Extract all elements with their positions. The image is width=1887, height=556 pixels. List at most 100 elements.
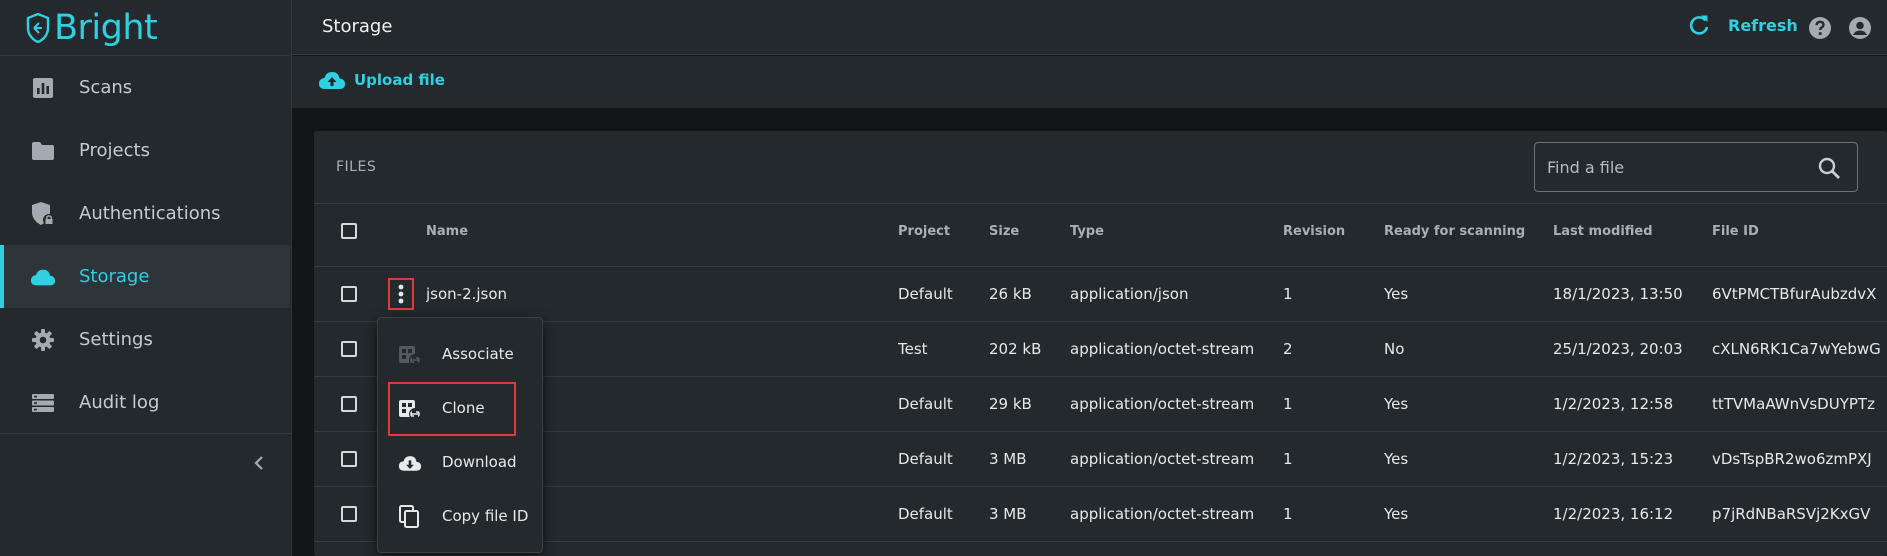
cell-name: json-2.json: [426, 285, 508, 303]
cell-file-id: 6VtPMCTBfurAubzdvX: [1712, 285, 1877, 303]
sidebar: Bright Scans Projects Authentications St…: [0, 0, 292, 556]
collapse-sidebar-button[interactable]: [248, 452, 270, 474]
cell-file-id: vDsTspBR2wo6zmPXJ: [1712, 450, 1872, 468]
help-icon[interactable]: [1808, 16, 1832, 40]
menu-item-label: Associate: [442, 345, 514, 363]
brand-name: Bright: [54, 8, 158, 48]
cell-size: 3 MB: [989, 505, 1027, 523]
cell-size: 3 MB: [989, 450, 1027, 468]
associate-icon: [398, 343, 422, 367]
cell-size: 26 kB: [989, 285, 1032, 303]
row-actions-button[interactable]: [388, 278, 414, 310]
account-icon[interactable]: [1848, 16, 1872, 40]
logo[interactable]: Bright: [26, 6, 158, 50]
cell-modified: 1/2/2023, 12:58: [1553, 395, 1674, 413]
menu-item-associate[interactable]: Associate: [378, 328, 544, 382]
cell-revision: 1: [1283, 505, 1293, 523]
menu-item-clone[interactable]: Clone: [388, 382, 516, 436]
divider: [314, 541, 1887, 542]
column-header-ready-for-scanning[interactable]: Ready for scanning: [1384, 204, 1544, 258]
cell-ready: Yes: [1384, 450, 1409, 468]
cell-modified: 25/1/2023, 20:03: [1553, 340, 1683, 358]
cell-file-id: p7jRdNBaRSVj2KxGV: [1712, 505, 1871, 523]
sidebar-item-label: Authentications: [79, 203, 221, 224]
row-checkbox[interactable]: [341, 451, 357, 467]
select-all-checkbox[interactable]: [341, 223, 357, 239]
cell-type: application/octet-stream: [1070, 450, 1255, 468]
search-input[interactable]: [1547, 155, 1807, 179]
sidebar-item-settings[interactable]: Settings: [4, 308, 290, 371]
menu-item-download[interactable]: Download: [378, 436, 544, 490]
column-header-revision[interactable]: Revision: [1283, 204, 1363, 258]
sidebar-item-storage[interactable]: Storage: [0, 245, 290, 308]
gear-icon: [30, 328, 56, 352]
table-row[interactable]: json-2.json Default 26 kB application/js…: [314, 267, 1887, 321]
column-header-size[interactable]: Size: [989, 204, 1064, 258]
cell-ready: Yes: [1384, 285, 1409, 303]
files-card: FILES Name Project Size Type Revision Re…: [314, 131, 1887, 556]
upload-file-label: Upload file: [354, 71, 445, 89]
cell-project: Default: [898, 395, 953, 413]
column-header-last-modified[interactable]: Last modified: [1553, 204, 1703, 258]
column-header-type[interactable]: Type: [1070, 204, 1270, 258]
cell-type: application/octet-stream: [1070, 505, 1255, 523]
row-checkbox[interactable]: [341, 341, 357, 357]
sidebar-item-scans[interactable]: Scans: [4, 56, 290, 119]
cloud-icon: [30, 265, 56, 289]
column-header-file-id[interactable]: File ID: [1712, 204, 1887, 258]
bright-shield-icon: [26, 13, 50, 43]
folder-icon: [30, 139, 56, 163]
row-checkbox[interactable]: [341, 396, 357, 412]
row-checkbox[interactable]: [341, 506, 357, 522]
cell-type: application/octet-stream: [1070, 340, 1255, 358]
cell-project: Test: [898, 340, 928, 358]
cell-ready: No: [1384, 340, 1405, 358]
cell-file-id: ttTVMaAWnVsDUYPTz: [1712, 395, 1875, 413]
copy-icon: [398, 505, 422, 529]
refresh-label: Refresh: [1728, 15, 1798, 35]
page-title: Storage: [322, 16, 393, 37]
menu-item-label: Clone: [442, 399, 485, 417]
cell-revision: 1: [1283, 395, 1293, 413]
sidebar-item-label: Storage: [79, 266, 150, 287]
cloud-download-icon: [398, 451, 422, 475]
cell-project: Default: [898, 285, 953, 303]
sidebar-item-audit-log[interactable]: Audit log: [4, 371, 290, 434]
menu-item-copy-file-id[interactable]: Copy file ID: [378, 490, 544, 544]
cell-revision: 1: [1283, 285, 1293, 303]
cell-revision: 1: [1283, 450, 1293, 468]
chart-icon: [30, 76, 56, 100]
clone-icon: [398, 397, 422, 421]
column-header-name[interactable]: Name: [426, 204, 786, 258]
search-icon[interactable]: [1817, 156, 1841, 180]
menu-item-label: Copy file ID: [442, 507, 529, 525]
sidebar-item-label: Settings: [79, 329, 153, 350]
refresh-button[interactable]: Refresh: [1688, 14, 1798, 36]
sidebar-item-label: Audit log: [79, 392, 160, 413]
files-title: FILES: [336, 159, 377, 175]
cell-size: 29 kB: [989, 395, 1032, 413]
search-box: [1534, 142, 1858, 192]
sidebar-item-authentications[interactable]: Authentications: [4, 182, 290, 245]
row-checkbox[interactable]: [341, 286, 357, 302]
table-row[interactable]: Test 202 kB application/octet-stream 2 N…: [314, 322, 1887, 376]
cell-modified: 1/2/2023, 15:23: [1553, 450, 1674, 468]
header: Storage Refresh: [292, 0, 1887, 55]
column-header-project[interactable]: Project: [898, 204, 978, 258]
shield-lock-icon: [30, 202, 56, 226]
sidebar-item-label: Projects: [79, 140, 150, 161]
table-row[interactable]: Default 29 kB application/octet-stream 1…: [314, 377, 1887, 431]
table-row[interactable]: Default 3 MB application/octet-stream 1 …: [314, 432, 1887, 486]
toolbar: Upload file: [292, 56, 1887, 108]
divider: [0, 433, 292, 434]
cloud-upload-icon: [319, 72, 345, 89]
upload-file-button[interactable]: Upload file: [318, 70, 445, 90]
more-vertical-icon: [398, 284, 404, 304]
table-header: Name Project Size Type Revision Ready fo…: [314, 204, 1887, 258]
table-row[interactable]: Default 3 MB application/octet-stream 1 …: [314, 487, 1887, 541]
cell-ready: Yes: [1384, 505, 1409, 523]
cell-modified: 1/2/2023, 16:12: [1553, 505, 1674, 523]
sidebar-item-projects[interactable]: Projects: [4, 119, 290, 182]
cell-modified: 18/1/2023, 13:50: [1553, 285, 1683, 303]
cell-size: 202 kB: [989, 340, 1042, 358]
